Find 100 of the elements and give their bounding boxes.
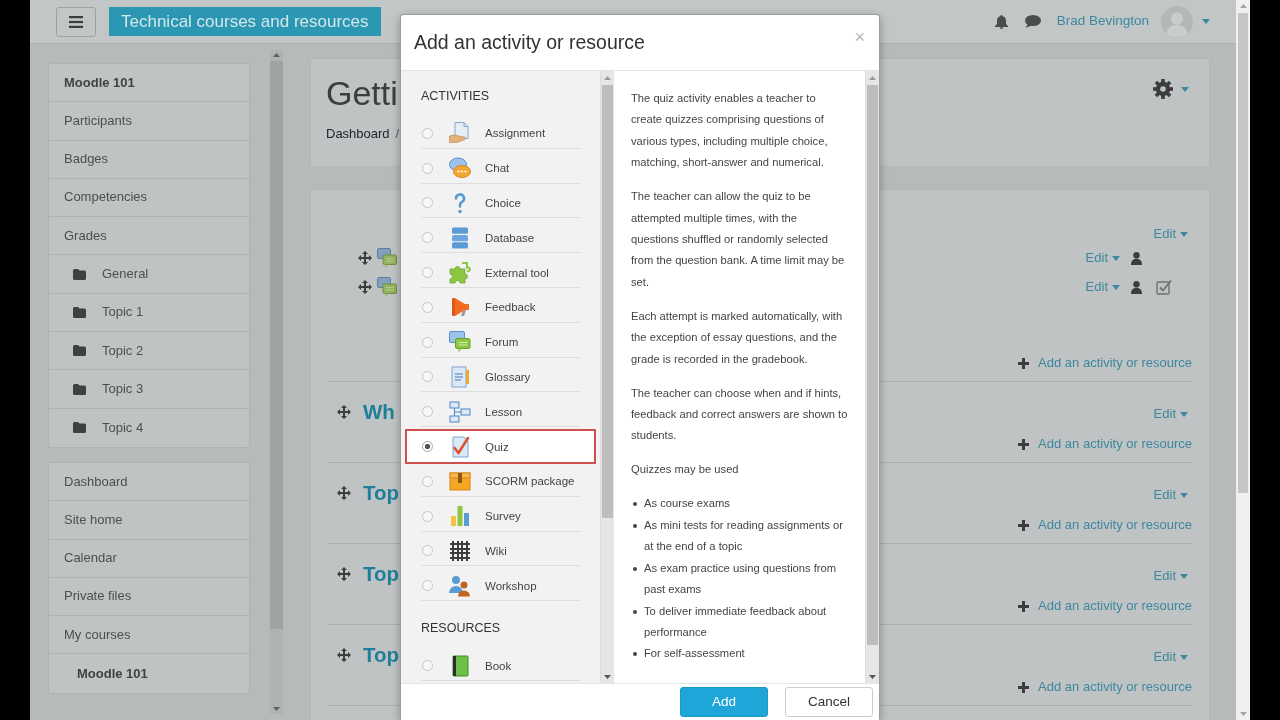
package-icon — [448, 469, 472, 494]
speech-bubbles-icon — [448, 156, 472, 181]
menu-button[interactable] — [56, 6, 96, 37]
modal-title: Add an activity or resource — [414, 30, 645, 55]
section-title-link[interactable]: Top — [363, 640, 400, 670]
settings-icon — [1153, 79, 1173, 99]
section-title-link[interactable]: Top — [363, 478, 400, 508]
move-icon — [337, 405, 351, 419]
sidebar-link[interactable]: My courses — [49, 616, 249, 655]
caret-icon — [1112, 284, 1120, 290]
radio-button[interactable] — [422, 197, 433, 209]
section-title-link[interactable]: Top — [363, 559, 400, 589]
help-paragraph: Quizzes may be used — [631, 462, 740, 478]
bullet-icon — [633, 566, 637, 571]
radio-button[interactable] — [422, 660, 433, 672]
plus-icon — [1018, 357, 1030, 369]
sidebar-link[interactable]: Private files — [49, 577, 249, 617]
people-icon — [448, 573, 472, 598]
activity-option[interactable]: Quiz — [405, 429, 596, 464]
window-scrollbar[interactable] — [1236, 0, 1250, 720]
scrollbar[interactable] — [865, 71, 879, 683]
scroll-thumb[interactable] — [1238, 13, 1248, 493]
sidebar-link[interactable]: Site home — [49, 501, 249, 540]
down-triangle-icon — [869, 675, 876, 679]
bullet-icon — [633, 523, 637, 528]
scrollbar[interactable] — [600, 71, 614, 683]
radio-button[interactable] — [422, 475, 433, 487]
site-name-link[interactable]: Technical courses and resources — [109, 7, 381, 36]
help-paragraph: The teacher can allow the quiz to be attempted multiple times, with the questions shuffled or randomly selected from the question bank. A time limit may be set. — [631, 189, 846, 290]
radio-button[interactable] — [422, 267, 433, 279]
folder-icon — [73, 306, 86, 318]
plus-icon — [1018, 600, 1030, 612]
down-triangle-icon — [1239, 712, 1247, 716]
speech-bubbles-icon — [377, 277, 397, 297]
radio-button[interactable] — [422, 545, 433, 557]
caret-icon — [1180, 654, 1188, 660]
sidebar-link[interactable]: General — [49, 255, 249, 294]
bullet-icon — [633, 652, 637, 657]
radio-button[interactable] — [422, 510, 433, 522]
move-icon — [337, 648, 351, 662]
sidebar-link[interactable]: Grades — [49, 217, 249, 256]
sidebar-link[interactable]: Calendar — [49, 539, 249, 578]
breadcrumb-separator: / — [395, 124, 400, 143]
up-triangle-icon — [604, 76, 611, 80]
radio-button[interactable] — [422, 162, 433, 174]
cancel-button[interactable]: Cancel — [785, 687, 873, 717]
group-heading: RESOURCES — [420, 620, 502, 638]
caret-icon — [1180, 492, 1188, 498]
sidebar-link[interactable]: Dashboard — [49, 462, 249, 502]
bullet-icon — [633, 502, 637, 507]
help-paragraph: The teacher can choose when and if hints, feedback and correct answers are shown to students. — [631, 385, 848, 444]
move-icon — [337, 486, 351, 500]
plus-icon — [1018, 438, 1030, 450]
sidebar-link[interactable]: Topic 3 — [49, 370, 249, 409]
section-title-link[interactable]: Wh — [363, 397, 395, 427]
sidebar-link[interactable]: Competencies — [49, 178, 249, 218]
radio-button[interactable] — [422, 580, 433, 592]
help-paragraph: Each attempt is marked automatically, with the exception of essay questions, and the grade is recorded in the gradebook. — [631, 308, 844, 367]
sidebar-link[interactable]: Topic 4 — [49, 408, 249, 447]
group-heading: ACTIVITIES — [420, 88, 491, 105]
scroll-thumb[interactable] — [602, 85, 613, 518]
folder-icon — [73, 383, 86, 395]
radio-button[interactable] — [422, 232, 433, 244]
radio-button[interactable] — [422, 441, 433, 453]
folder-icon — [73, 345, 86, 357]
up-triangle-icon — [869, 76, 876, 80]
speech-bubbles-icon — [448, 330, 472, 355]
radio-button[interactable] — [422, 127, 433, 139]
radio-button[interactable] — [422, 336, 433, 348]
help-paragraph: The quiz activity enables a teacher to create quizzes comprising questions of various types, including multiple choice, matching, short-answer and numerical. — [631, 91, 829, 171]
sidebar-link[interactable]: Moodle 101 — [49, 64, 249, 103]
down-triangle-icon — [273, 707, 280, 711]
person-icon — [1131, 280, 1142, 294]
bell-icon — [994, 14, 1008, 29]
sidebar-link[interactable]: Badges — [49, 140, 249, 179]
radio-button[interactable] — [422, 371, 433, 383]
user-menu-link[interactable]: Brad Bevington — [1056, 5, 1210, 38]
list-item-text: As course exams — [644, 496, 730, 512]
breadcrumb-link[interactable]: Dashboard — [326, 124, 390, 144]
up-triangle-icon — [273, 53, 280, 57]
folder-icon — [73, 268, 86, 280]
scroll-thumb[interactable] — [867, 85, 878, 645]
sidebar-link[interactable]: Topic 1 — [49, 293, 249, 333]
caret-icon — [1112, 255, 1120, 261]
caret-icon — [1180, 411, 1188, 417]
speech-bubble-icon — [1024, 15, 1041, 28]
radio-button[interactable] — [422, 301, 433, 313]
sidebar-link[interactable]: Participants — [49, 102, 249, 141]
move-icon — [337, 567, 351, 581]
add-button[interactable]: Add — [680, 687, 768, 717]
list-item-text: As mini tests for reading assignments or at the end of a topic — [644, 517, 844, 555]
caret-icon — [1202, 19, 1210, 24]
plus-icon — [1018, 681, 1030, 693]
radio-button[interactable] — [422, 406, 433, 418]
folder-icon — [73, 422, 86, 434]
sidebar-link[interactable]: Topic 2 — [49, 332, 249, 371]
page-title: Getti — [326, 73, 398, 113]
puzzle-piece-icon — [448, 260, 472, 285]
sidebar-link[interactable]: Moodle 101 — [49, 654, 249, 693]
caret-icon — [1180, 573, 1188, 579]
